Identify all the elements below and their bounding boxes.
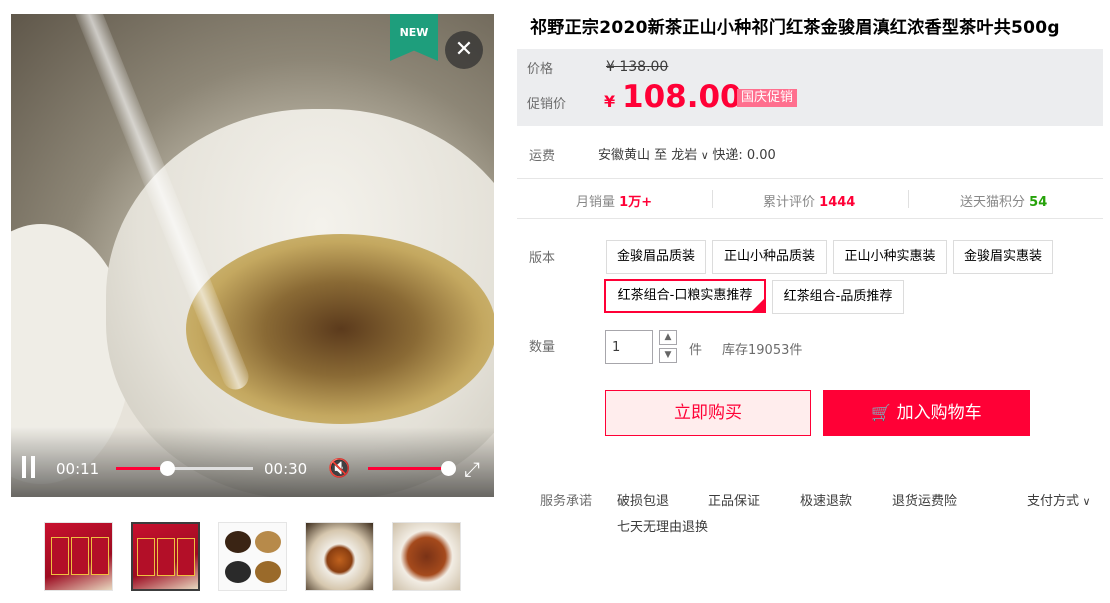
monthly-sales-label: 月销量: [576, 195, 616, 210]
currency-symbol: ¥: [604, 92, 616, 111]
divider: [908, 190, 909, 208]
product-box-image: [91, 537, 109, 575]
stock-count: 库存19053件: [722, 343, 803, 358]
thumbnail-3[interactable]: [218, 522, 287, 591]
tea-pile-image: [225, 531, 251, 553]
mute-icon[interactable]: 🔇: [328, 458, 350, 479]
review-count-label: 累计评价: [763, 195, 816, 210]
shipping-label: 运费: [529, 149, 556, 164]
quantity-label: 数量: [529, 340, 556, 355]
volume-fill: [368, 467, 448, 470]
tmall-points-label: 送天猫积分: [960, 195, 1026, 210]
option-item[interactable]: 金骏眉实惠装: [953, 240, 1053, 274]
payment-methods-label: 支付方式: [1027, 494, 1080, 509]
chevron-down-icon: ∨: [697, 149, 713, 162]
pause-icon-bar: [31, 456, 35, 478]
option-item[interactable]: 金骏眉品质装: [606, 240, 706, 274]
price-panel: [517, 49, 1103, 126]
volume-bar[interactable]: [368, 461, 456, 476]
quantity-unit: 件: [689, 343, 703, 358]
progress-knob[interactable]: [160, 461, 175, 476]
divider: [517, 218, 1103, 219]
quantity-increase-button[interactable]: ▲: [659, 330, 677, 345]
product-box-image: [157, 538, 175, 576]
shipping-route-text: 安徽黄山 至 龙岩: [598, 148, 698, 163]
service-item[interactable]: 退货运费险: [892, 490, 957, 509]
monthly-sales-value: 1万+: [619, 195, 653, 210]
product-box-image: [177, 538, 195, 576]
option-item[interactable]: 正山小种实惠装: [833, 240, 947, 274]
option-label: 版本: [529, 251, 556, 266]
shipping-express: 快递: 0.00: [712, 148, 776, 163]
tmall-points: 送天猫积分 54: [960, 191, 1047, 210]
pause-button[interactable]: [21, 456, 39, 478]
tmall-points-value: 54: [1029, 195, 1048, 210]
thumbnail-1[interactable]: [44, 522, 113, 591]
thumbnail-2[interactable]: [131, 522, 200, 591]
promo-price: 108.00: [622, 79, 742, 115]
tea-pile-image: [255, 561, 281, 583]
selected-check-icon: [752, 299, 764, 311]
divider: [712, 190, 713, 208]
volume-knob[interactable]: [441, 461, 456, 476]
service-item[interactable]: 极速退款: [800, 490, 852, 509]
close-video-button[interactable]: ✕: [445, 31, 483, 69]
service-label: 服务承诺: [540, 494, 593, 509]
thumbnail-4[interactable]: [305, 522, 374, 591]
product-box-image: [51, 537, 69, 575]
tea-pile-image: [255, 531, 281, 553]
pause-icon: [22, 456, 26, 478]
promo-price-label: 促销价: [527, 97, 567, 112]
thumbnail-5[interactable]: [392, 522, 461, 591]
quantity-input[interactable]: 1: [605, 330, 653, 364]
option-item-selected[interactable]: 红茶组合-口粮实惠推荐: [604, 279, 766, 313]
shipping-route[interactable]: 安徽黄山 至 龙岩 ∨ 快递: 0.00: [598, 144, 776, 163]
cart-icon: 🛒: [871, 403, 892, 422]
product-box-image: [71, 537, 89, 575]
monthly-sales: 月销量 1万+: [576, 191, 652, 210]
divider: [517, 178, 1103, 179]
video-tea-leaves: [186, 234, 494, 424]
service-item[interactable]: 七天无理由退换: [617, 516, 708, 535]
quantity-decrease-button[interactable]: ▼: [659, 348, 677, 363]
option-item-label: 红茶组合-口粮实惠推荐: [617, 288, 753, 303]
service-item[interactable]: 正品保证: [708, 490, 760, 509]
fullscreen-icon[interactable]: ⤢: [464, 457, 480, 481]
add-to-cart-button[interactable]: 🛒 加入购物车: [823, 390, 1030, 436]
review-count[interactable]: 累计评价 1444: [763, 191, 855, 210]
progress-bar[interactable]: [116, 461, 253, 476]
payment-methods[interactable]: 支付方式 ∨: [1027, 490, 1091, 509]
price-label: 价格: [527, 62, 554, 77]
duration-time: 00:30: [264, 460, 308, 478]
promo-tag: 国庆促销: [737, 89, 798, 107]
product-box-image: [137, 538, 155, 576]
original-price: ¥ 138.00: [606, 59, 669, 75]
review-count-value: 1444: [819, 195, 856, 210]
add-to-cart-label: 加入购物车: [896, 403, 982, 423]
product-title: 祁野正宗2020新茶正山小种祁门红茶金骏眉滇红浓香型茶叶共500g: [530, 18, 1060, 38]
product-video-player[interactable]: NEW ✕ 00:11 00:30 🔇 ⤢: [11, 14, 494, 497]
tea-pile-image: [225, 561, 251, 583]
option-item[interactable]: 正山小种品质装: [712, 240, 827, 274]
option-item[interactable]: 红茶组合-品质推荐: [772, 280, 904, 314]
current-time: 00:11: [56, 460, 100, 478]
buy-now-button[interactable]: 立即购买: [605, 390, 811, 436]
chevron-down-icon: ∨: [1079, 495, 1091, 508]
service-item[interactable]: 破损包退: [617, 490, 669, 509]
